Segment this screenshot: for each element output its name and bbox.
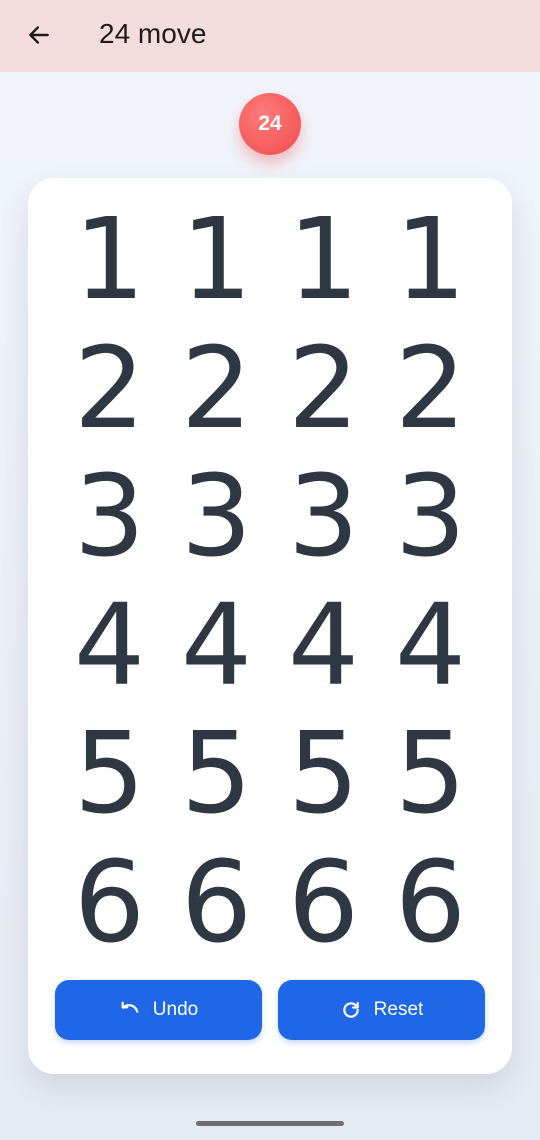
grid-cell[interactable]: 6 [377,839,484,968]
grid-cell[interactable]: 1 [270,196,377,325]
undo-button[interactable]: Undo [55,980,262,1040]
undo-label: Undo [152,999,199,1020]
grid-cell[interactable]: 3 [56,453,163,582]
reset-button[interactable]: Reset [278,980,485,1040]
board-card: 111122223333444455556666 Undo Reset [28,178,512,1074]
home-indicator [196,1121,344,1126]
grid-cell[interactable]: 1 [163,196,270,325]
arrow-left-icon [29,26,49,44]
grid-cell[interactable]: 4 [377,582,484,711]
grid-cell[interactable]: 3 [163,453,270,582]
grid-cell[interactable]: 2 [56,325,163,454]
grid-cell[interactable]: 2 [270,325,377,454]
grid-cell[interactable]: 5 [270,710,377,839]
reset-label: Reset [373,999,424,1020]
refresh-icon [340,999,362,1021]
grid-cell[interactable]: 6 [56,839,163,968]
grid-cell[interactable]: 2 [163,325,270,454]
move-count-badge: 24 [239,93,301,155]
number-grid: 111122223333444455556666 [56,196,484,967]
grid-cell[interactable]: 5 [377,710,484,839]
grid-cell[interactable]: 3 [270,453,377,582]
grid-cell[interactable]: 4 [56,582,163,711]
back-button[interactable] [22,18,56,52]
grid-cell[interactable]: 3 [377,453,484,582]
undo-icon [119,999,141,1021]
app-bar: 24 move [0,0,540,72]
grid-cell[interactable]: 1 [377,196,484,325]
grid-cell[interactable]: 5 [56,710,163,839]
page-title: 24 move [99,18,207,49]
grid-cell[interactable]: 6 [163,839,270,968]
grid-cell[interactable]: 1 [56,196,163,325]
grid-cell[interactable]: 4 [163,582,270,711]
grid-cell[interactable]: 4 [270,582,377,711]
grid-cell[interactable]: 5 [163,710,270,839]
grid-cell[interactable]: 6 [270,839,377,968]
grid-cell[interactable]: 2 [377,325,484,454]
